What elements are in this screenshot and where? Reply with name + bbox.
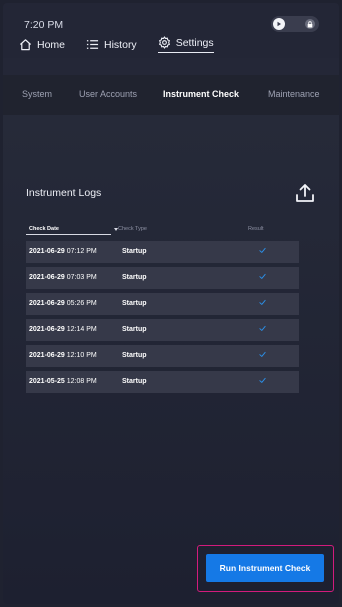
check-result-cell [259,351,266,360]
check-date-cell: 2021-06-29 05:26 PM [29,300,97,307]
table-row[interactable]: 2021-06-29 12:10 PM Startup [26,345,299,367]
nav-history-label: History [104,38,137,51]
lock-toggle[interactable] [271,16,319,32]
nav-history[interactable]: History [86,38,137,51]
checkmark-icon [259,299,266,305]
lock-icon [307,20,313,27]
tab-system[interactable]: System [22,89,52,99]
check-result-cell [259,247,266,256]
top-bar: 7:20 PM Home History Settings [3,3,339,58]
tab-instrument-check[interactable]: Instrument Check [163,89,239,99]
check-date-cell: 2021-06-29 12:14 PM [29,326,97,333]
check-type-cell: Startup [122,378,147,385]
table-row[interactable]: 2021-06-29 05:26 PM Startup [26,293,299,315]
toggle-knob [273,18,285,30]
checkmark-icon [259,273,266,279]
home-icon [19,39,32,51]
page-title: Instrument Logs [26,187,102,199]
check-result-cell [259,273,266,282]
checkmark-icon [259,247,266,253]
tab-maintenance[interactable]: Maintenance [268,89,320,99]
check-result-cell [259,325,266,334]
sort-underline [26,234,111,235]
logs-table: Check Date Check Type Result 2021-06-29 … [26,222,299,397]
column-header-result[interactable]: Result [248,226,264,232]
check-type-cell: Startup [122,300,147,307]
check-result-cell [259,377,266,386]
table-body: 2021-06-29 07:12 PM Startup 2021-06-29 07:… [26,241,299,393]
settings-tabs: System User Accounts Instrument Check Ma… [3,75,339,115]
app-window: 7:20 PM Home History Settings System Use… [3,3,339,604]
table-row[interactable]: 2021-06-29 12:14 PM Startup [26,319,299,341]
check-type-cell: Startup [122,274,147,281]
check-result-cell [259,299,266,308]
main-content: Instrument Logs Check Date Check Type Re… [3,115,339,604]
gear-icon [158,36,170,49]
check-type-cell: Startup [122,248,147,255]
nav-settings[interactable]: Settings [157,36,214,53]
table-header: Check Date Check Type Result [26,222,299,236]
run-instrument-check-button[interactable]: Run Instrument Check [206,554,324,582]
list-icon [86,40,99,49]
run-check-highlight: Run Instrument Check [197,545,334,592]
checkmark-icon [259,377,266,383]
play-icon [277,21,281,27]
table-row[interactable]: 2021-05-25 12:08 PM Startup [26,371,299,393]
check-date-cell: 2021-06-29 07:03 PM [29,274,97,281]
checkmark-icon [259,325,266,331]
upload-icon [296,184,314,202]
checkmark-icon [259,351,266,357]
table-row[interactable]: 2021-06-29 07:03 PM Startup [26,267,299,289]
check-date-cell: 2021-05-25 12:08 PM [29,378,97,385]
check-date-cell: 2021-06-29 07:12 PM [29,248,97,255]
check-date-cell: 2021-06-29 12:10 PM [29,352,97,359]
nav-settings-label: Settings [175,36,214,49]
tab-user-accounts[interactable]: User Accounts [79,89,137,99]
check-type-cell: Startup [122,326,147,333]
column-header-type[interactable]: Check Type [118,226,147,232]
nav-home[interactable]: Home [19,38,65,51]
table-row[interactable]: 2021-06-29 07:12 PM Startup [26,241,299,263]
column-header-date[interactable]: Check Date [29,226,59,232]
status-time: 7:20 PM [24,19,64,31]
check-type-cell: Startup [122,352,147,359]
lock-icon-wrap [305,19,315,29]
export-button[interactable] [292,179,318,207]
nav-home-label: Home [37,38,66,51]
main-nav: Home History Settings [19,36,235,53]
